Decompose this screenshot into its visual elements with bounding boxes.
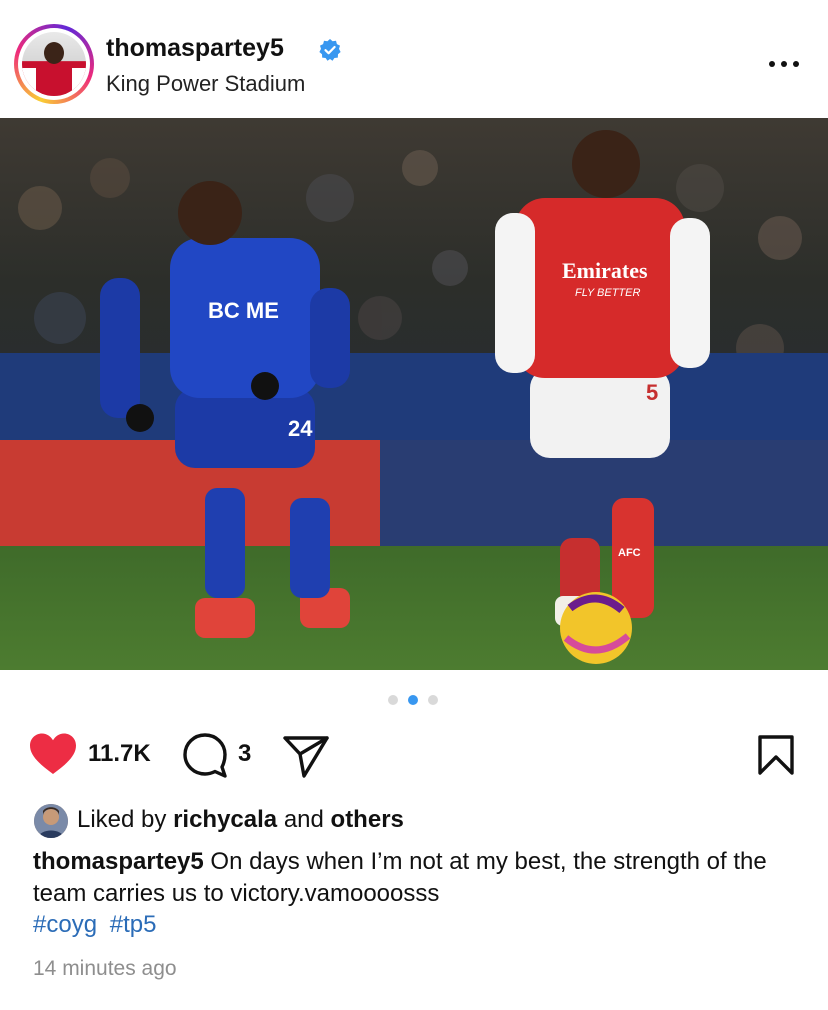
caption-username[interactable]: thomaspartey5 xyxy=(33,848,204,875)
heart-icon[interactable] xyxy=(28,732,78,776)
carousel-dot-active xyxy=(408,695,418,705)
comment-icon[interactable] xyxy=(182,732,228,778)
profile-avatar[interactable] xyxy=(14,24,94,104)
liked-by-text[interactable]: Liked by richycala and others xyxy=(77,806,404,834)
verified-badge-icon xyxy=(319,39,341,61)
liked-by-connector: and xyxy=(283,806,324,833)
football xyxy=(560,592,632,664)
carousel-indicator xyxy=(388,695,440,705)
post-photo[interactable]: BC ME 24 Emirates FLY BETTER 5 AFC xyxy=(0,118,828,670)
bookmark-icon[interactable] xyxy=(756,734,796,776)
home-shirt-subtext: FLY BETTER xyxy=(575,287,640,299)
sock-text: AFC xyxy=(618,547,641,559)
carousel-dot xyxy=(388,695,398,705)
hashtag-link[interactable]: #coyg xyxy=(33,911,97,938)
post-username[interactable]: thomaspartey5 xyxy=(106,34,284,63)
post-header: thomaspartey5 King Power Stadium xyxy=(0,0,828,118)
caption-hashtags: #coyg #tp5 xyxy=(33,911,162,939)
home-shirt-number: 5 xyxy=(646,380,658,405)
post-location[interactable]: King Power Stadium xyxy=(106,71,305,97)
liked-by-others[interactable]: others xyxy=(331,806,404,833)
liked-by-user[interactable]: richycala xyxy=(173,806,277,833)
post-caption: thomaspartey5 On days when I’m not at my… xyxy=(33,846,793,910)
post-timestamp: 14 minutes ago xyxy=(33,957,177,980)
more-options-icon[interactable] xyxy=(764,52,804,76)
action-bar: 11.7K 3 xyxy=(0,728,828,780)
liked-by-prefix: Liked by xyxy=(77,806,167,833)
match-photo-illustration: BC ME 24 Emirates FLY BETTER 5 AFC xyxy=(0,118,828,670)
liked-by-avatar[interactable] xyxy=(34,804,68,838)
carousel-dot xyxy=(428,695,438,705)
home-shirt-sponsor: Emirates xyxy=(562,258,648,283)
hashtag-link[interactable]: #tp5 xyxy=(110,911,157,938)
avatar-image xyxy=(22,32,86,96)
like-count[interactable]: 11.7K xyxy=(88,740,151,768)
comment-count[interactable]: 3 xyxy=(238,740,251,768)
svg-text:BC ME: BC ME xyxy=(208,298,279,323)
away-shirt-number: 24 xyxy=(288,416,313,441)
share-icon[interactable] xyxy=(282,734,330,778)
